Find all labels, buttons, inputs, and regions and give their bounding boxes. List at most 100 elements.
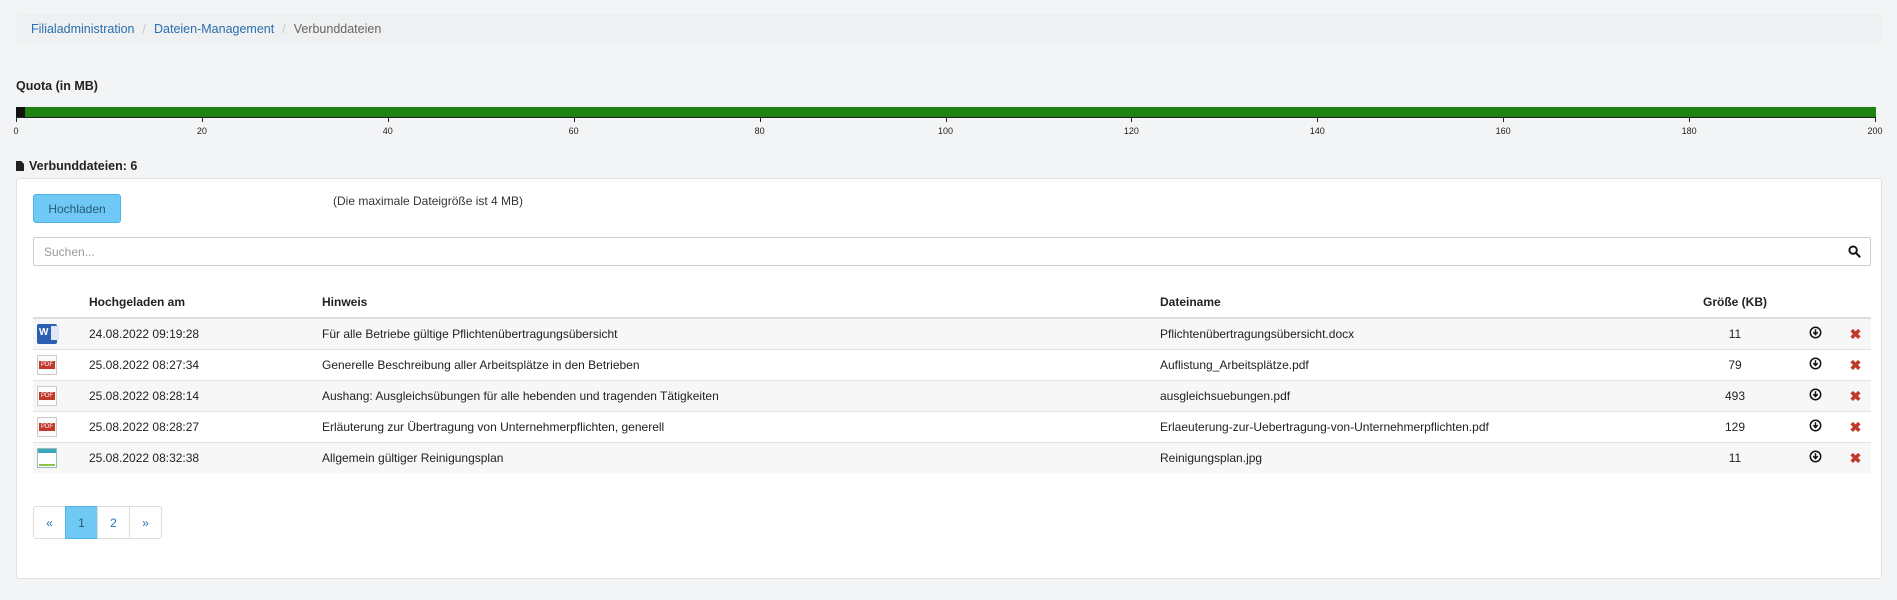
breadcrumb-link-filialadministration[interactable]: Filialadministration (31, 22, 135, 36)
file-size: 493 (1680, 380, 1790, 412)
quota-tick-label: 160 (1495, 126, 1511, 136)
file-name: ausgleichsuebungen.pdf (1160, 380, 1680, 412)
file-size: 11 (1680, 442, 1790, 473)
table-row: 25.08.2022 08:28:14Aushang: Ausgleichsüb… (33, 380, 1871, 412)
quota-tick-label: 20 (196, 126, 207, 136)
table-row: 25.08.2022 08:32:38 Allgemein gültiger Re… (33, 442, 1871, 473)
download-icon[interactable] (1809, 357, 1822, 370)
file-type-cell (33, 442, 89, 473)
quota-tick (1875, 117, 1876, 122)
upload-date: 25.08.2022 08:32:38 (89, 442, 322, 473)
word-icon (37, 324, 59, 344)
file-size: 79 (1680, 349, 1790, 381)
search-icon[interactable] (1848, 245, 1861, 258)
search-input[interactable] (34, 238, 1844, 265)
quota-tick (1317, 117, 1319, 122)
quota-tick (1689, 117, 1691, 122)
quota-tick-label: 0 (13, 126, 19, 136)
table-header-row: Hochgeladen am Hinweis Dateiname Größe (… (33, 287, 1871, 319)
file-hint: Generelle Beschreibung aller Arbeitsplät… (322, 349, 1160, 381)
files-count: Verbunddateien: 6 (29, 159, 138, 173)
quota-tick-label: 180 (1681, 126, 1697, 136)
files-panel: Hochladen (Die maximale Dateigröße ist 4… (16, 178, 1882, 579)
delete-icon[interactable]: ✖ (1850, 450, 1862, 466)
delete-icon[interactable]: ✖ (1850, 419, 1862, 435)
breadcrumb-current: Verbunddateien (293, 22, 382, 36)
column-header-download (1790, 287, 1840, 319)
file-hint: Allgemein gültiger Reinigungsplan (322, 442, 1160, 473)
quota-tick (1503, 117, 1505, 122)
file-name: Pflichtenübertragungsübersicht.docx (1160, 317, 1680, 350)
delete-icon[interactable]: ✖ (1850, 357, 1862, 373)
pagination-page-1[interactable]: 1 (65, 506, 98, 539)
quota-title: Quota (in MB) (16, 79, 98, 93)
delete-cell: ✖ (1840, 317, 1871, 350)
download-cell (1790, 349, 1840, 381)
file-type-cell (33, 317, 89, 350)
files-table: Hochgeladen am Hinweis Dateiname Größe (… (33, 287, 1871, 473)
column-header-icon (33, 287, 89, 319)
file-type-cell (33, 411, 89, 443)
quota-tick (387, 117, 389, 122)
pagination-page-2[interactable]: 2 (97, 506, 130, 539)
column-header-date[interactable]: Hochgeladen am (89, 287, 322, 319)
file-type-cell (33, 349, 89, 381)
file-icon (16, 161, 24, 171)
pdf-icon (37, 386, 57, 406)
quota-tick (759, 117, 761, 122)
file-hint: Für alle Betriebe gültige Pflichtenübert… (322, 317, 1160, 350)
delete-icon[interactable]: ✖ (1850, 326, 1862, 342)
download-icon[interactable] (1809, 326, 1822, 339)
file-name: Erlaeuterung-zur-Uebertragung-von-Untern… (1160, 411, 1680, 443)
file-hint: Erläuterung zur Übertragung von Unterneh… (322, 411, 1160, 443)
file-size: 129 (1680, 411, 1790, 443)
download-icon[interactable] (1809, 450, 1822, 463)
upload-date: 25.08.2022 08:28:27 (89, 411, 322, 443)
file-size: 11 (1680, 317, 1790, 350)
quota-tick-label: 40 (382, 126, 393, 136)
pdf-icon (37, 417, 57, 437)
column-header-filename[interactable]: Dateiname (1160, 287, 1680, 319)
search-box (33, 237, 1871, 266)
quota-tick (1131, 117, 1133, 122)
file-type-cell (33, 380, 89, 412)
quota-tick-label: 120 (1123, 126, 1139, 136)
breadcrumb-link-dateien-management[interactable]: Dateien-Management (154, 22, 274, 36)
breadcrumb: Filialadministration / Dateien-Managemen… (16, 14, 1882, 44)
upload-button[interactable]: Hochladen (33, 194, 121, 223)
download-icon[interactable] (1809, 419, 1822, 432)
breadcrumb-separator: / (282, 22, 286, 36)
quota-tick-label: 80 (754, 126, 765, 136)
pagination: « 1 2 » (33, 506, 162, 539)
download-cell (1790, 317, 1840, 350)
download-cell (1790, 442, 1840, 473)
file-name: Reinigungsplan.jpg (1160, 442, 1680, 473)
download-cell (1790, 411, 1840, 443)
quota-free-fill (25, 107, 1876, 117)
quota-tick (945, 117, 947, 122)
quota-tick (16, 117, 17, 122)
quota-tick-label: 140 (1309, 126, 1325, 136)
pdf-icon (37, 355, 57, 375)
image-icon (37, 448, 57, 468)
upload-date: 24.08.2022 09:19:28 (89, 317, 322, 350)
download-cell (1790, 380, 1840, 412)
quota-tick (201, 117, 203, 122)
pagination-prev[interactable]: « (33, 506, 66, 539)
table-row: 24.08.2022 09:19:28Für alle Betriebe gül… (33, 317, 1871, 350)
breadcrumb-separator: / (142, 22, 146, 36)
download-icon[interactable] (1809, 388, 1822, 401)
quota-tick-label: 200 (1867, 126, 1883, 136)
column-header-size[interactable]: Größe (KB) (1680, 287, 1790, 319)
delete-cell: ✖ (1840, 349, 1871, 381)
column-header-hint[interactable]: Hinweis (322, 287, 1160, 319)
file-hint: Aushang: Ausgleichsübungen für alle hebe… (322, 380, 1160, 412)
table-row: 25.08.2022 08:27:34Generelle Beschreibun… (33, 349, 1871, 381)
delete-cell: ✖ (1840, 411, 1871, 443)
delete-icon[interactable]: ✖ (1850, 388, 1862, 404)
delete-cell: ✖ (1840, 442, 1871, 473)
pagination-next[interactable]: » (129, 506, 162, 539)
table-row: 25.08.2022 08:28:27Erläuterung zur Übert… (33, 411, 1871, 443)
quota-tick-label: 100 (937, 126, 954, 136)
upload-date: 25.08.2022 08:27:34 (89, 349, 322, 381)
